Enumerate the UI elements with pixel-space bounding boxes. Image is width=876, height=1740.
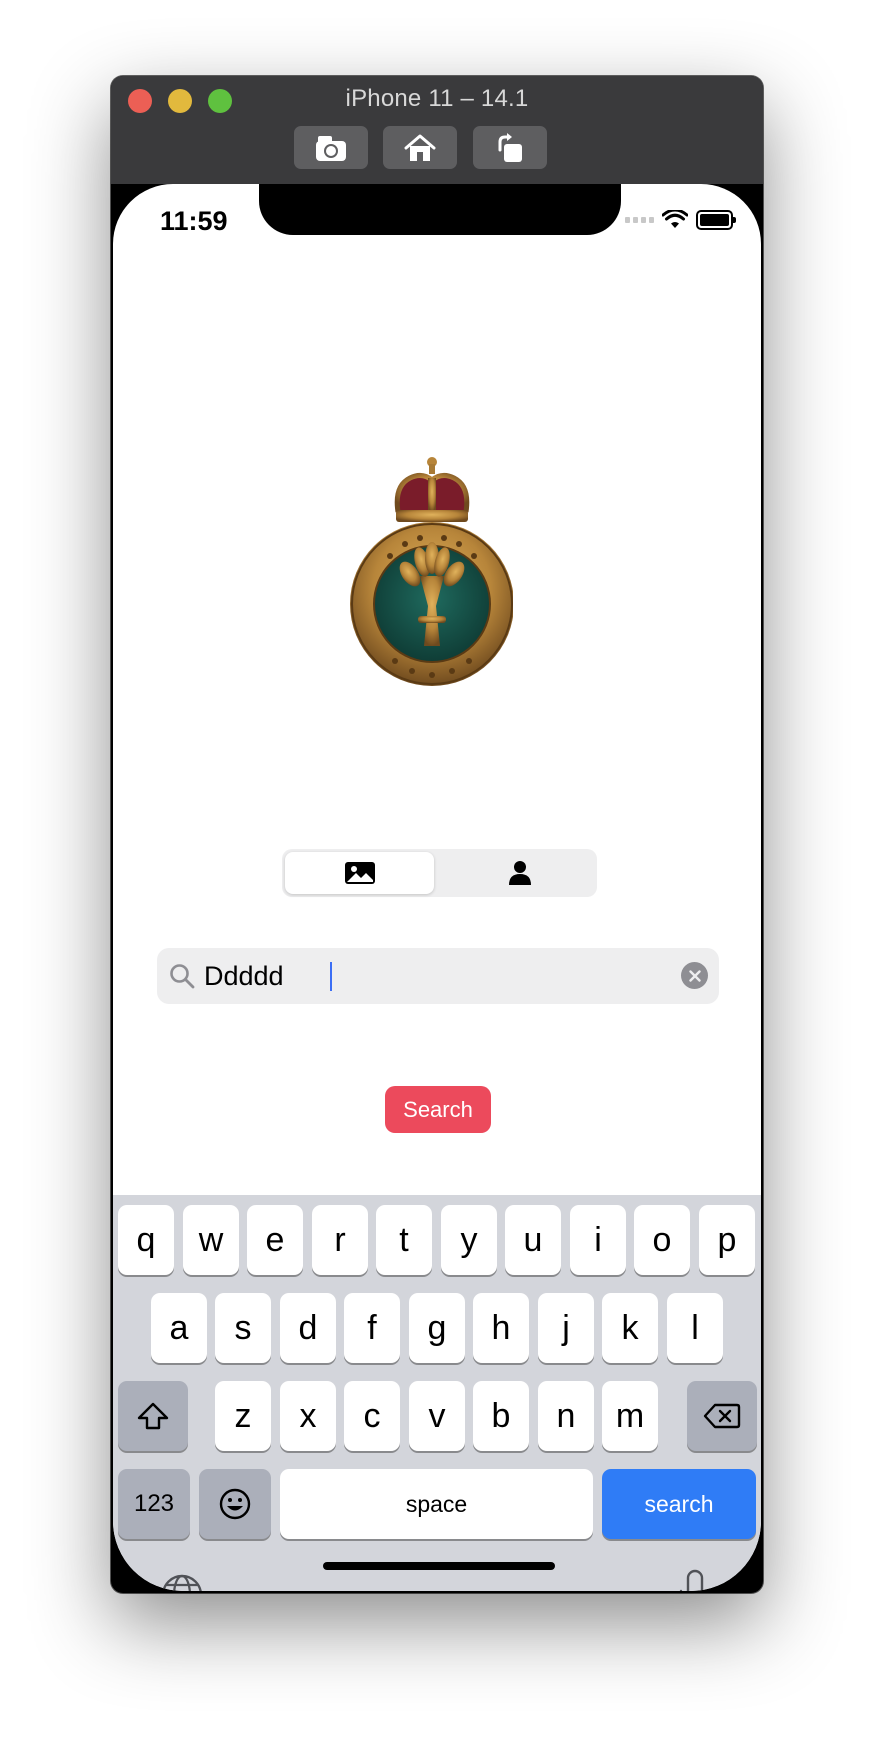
segment-person[interactable] <box>445 852 594 894</box>
key-j[interactable]: j <box>538 1293 594 1363</box>
segment-photo[interactable] <box>285 852 434 894</box>
key-z[interactable]: z <box>215 1381 271 1451</box>
person-icon <box>508 861 531 885</box>
rotate-button[interactable] <box>473 126 547 169</box>
key-e[interactable]: e <box>247 1205 303 1275</box>
key-m[interactable]: m <box>602 1381 658 1451</box>
key-p[interactable]: p <box>699 1205 755 1275</box>
delete-key[interactable] <box>687 1381 757 1451</box>
emoji-key[interactable] <box>199 1469 271 1539</box>
key-k[interactable]: k <box>602 1293 658 1363</box>
key-n[interactable]: n <box>538 1381 594 1451</box>
globe-icon[interactable] <box>160 1573 204 1591</box>
key-i[interactable]: i <box>570 1205 626 1275</box>
search-field[interactable] <box>157 948 719 1004</box>
key-b[interactable]: b <box>473 1381 529 1451</box>
battery-icon <box>696 210 736 230</box>
badge-image <box>350 457 513 686</box>
key-x[interactable]: x <box>280 1381 336 1451</box>
key-f[interactable]: f <box>344 1293 400 1363</box>
key-u[interactable]: u <box>505 1205 561 1275</box>
cellular-signal-icon <box>625 217 654 223</box>
key-l[interactable]: l <box>667 1293 723 1363</box>
segmented-control <box>282 849 597 897</box>
key-h[interactable]: h <box>473 1293 529 1363</box>
key-d[interactable]: d <box>280 1293 336 1363</box>
key-y[interactable]: y <box>441 1205 497 1275</box>
numbers-key[interactable]: 123 <box>118 1469 190 1539</box>
key-q[interactable]: q <box>118 1205 174 1275</box>
key-o[interactable]: o <box>634 1205 690 1275</box>
emoji-icon <box>219 1488 251 1520</box>
simulator-titlebar: iPhone 11 – 14.1 <box>111 76 763 184</box>
key-a[interactable]: a <box>151 1293 207 1363</box>
key-c[interactable]: c <box>344 1381 400 1451</box>
wifi-icon <box>662 210 688 228</box>
camera-icon <box>316 135 346 161</box>
search-key[interactable]: search <box>602 1469 756 1539</box>
key-v[interactable]: v <box>409 1381 465 1451</box>
rotate-icon <box>498 132 522 162</box>
notch <box>259 184 621 235</box>
window-title: iPhone 11 – 14.1 <box>345 85 529 112</box>
keyboard: q w e r t y u i o p a s d f g h j k l z … <box>113 1195 761 1591</box>
clear-search-button[interactable] <box>681 962 708 989</box>
status-indicators <box>625 210 736 230</box>
screenshot-button[interactable] <box>294 126 368 169</box>
search-button[interactable]: Search <box>385 1086 491 1133</box>
key-r[interactable]: r <box>312 1205 368 1275</box>
microphone-icon[interactable] <box>677 1569 713 1591</box>
key-w[interactable]: w <box>183 1205 239 1275</box>
search-icon <box>170 964 195 989</box>
status-time: 11:59 <box>160 206 228 236</box>
backspace-icon <box>703 1403 741 1429</box>
text-cursor <box>330 962 332 991</box>
device-screen: 11:59 Ddddd Search q w e r t y u i o p a… <box>113 184 761 1591</box>
shift-key[interactable] <box>118 1381 188 1451</box>
home-indicator <box>323 1562 555 1570</box>
home-button[interactable] <box>383 126 457 169</box>
key-g[interactable]: g <box>409 1293 465 1363</box>
search-input[interactable] <box>204 957 664 995</box>
photo-icon <box>344 862 375 884</box>
key-t[interactable]: t <box>376 1205 432 1275</box>
simulator-window: iPhone 11 – 14.1 11:59 Ddddd Search q w … <box>111 76 763 1593</box>
key-s[interactable]: s <box>215 1293 271 1363</box>
home-icon <box>404 134 436 161</box>
shift-icon <box>137 1402 169 1430</box>
close-icon <box>688 969 701 982</box>
space-key[interactable]: space <box>280 1469 593 1539</box>
